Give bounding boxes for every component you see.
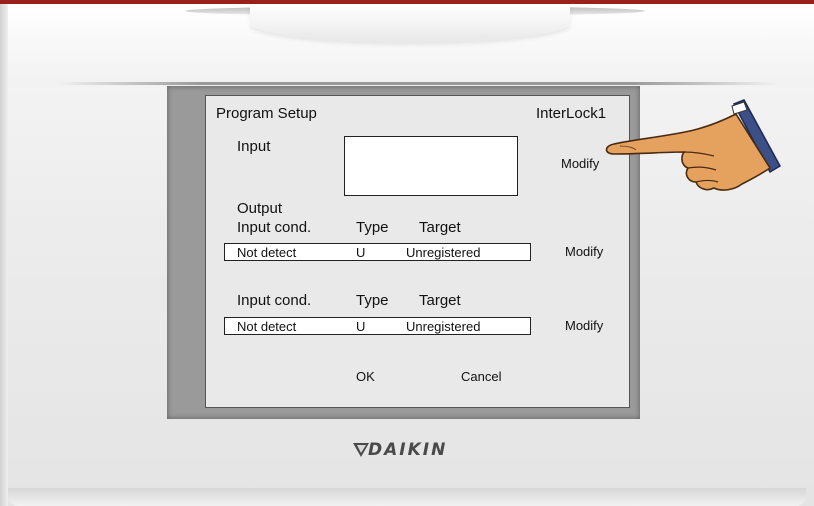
row2-target-value: Unregistered (406, 319, 481, 334)
page-title: Program Setup (216, 105, 317, 122)
lid-notch (250, 4, 570, 42)
daikin-logo-mark-icon (353, 443, 369, 457)
ok-button[interactable]: OK (356, 369, 375, 384)
output-row-2[interactable]: Not detect U Unregistered (224, 317, 531, 335)
row1-header-type: Type (356, 219, 389, 236)
input-label: Input (237, 138, 271, 155)
cancel-button[interactable]: Cancel (461, 369, 501, 384)
row2-modify-button[interactable]: Modify (565, 318, 603, 333)
output-label: Output (237, 200, 283, 217)
row2-type-value: U (356, 319, 366, 334)
frame-edge (0, 4, 8, 506)
daikin-logo: DAIKIN (368, 440, 448, 460)
row1-target-value: Unregistered (406, 245, 481, 260)
row1-type-value: U (356, 245, 366, 260)
output-row-1[interactable]: Not detect U Unregistered (224, 243, 531, 261)
panel-seam (58, 82, 776, 85)
row1-modify-button[interactable]: Modify (565, 244, 603, 259)
row2-header-target: Target (419, 292, 461, 309)
row1-header-target: Target (419, 219, 461, 236)
row1-header-input-cond: Input cond. (237, 219, 312, 236)
row2-input-cond-value: Not detect (237, 319, 297, 334)
row2-header-type: Type (356, 292, 389, 309)
row1-input-cond-value: Not detect (237, 245, 297, 260)
frame-base (8, 488, 806, 506)
program-setup-screen: Program Setup InterLock1 Input Modify Ou… (205, 95, 630, 408)
row2-header-input-cond: Input cond. (237, 292, 312, 309)
pointing-hand-icon (605, 99, 782, 191)
input-field[interactable] (344, 136, 518, 196)
